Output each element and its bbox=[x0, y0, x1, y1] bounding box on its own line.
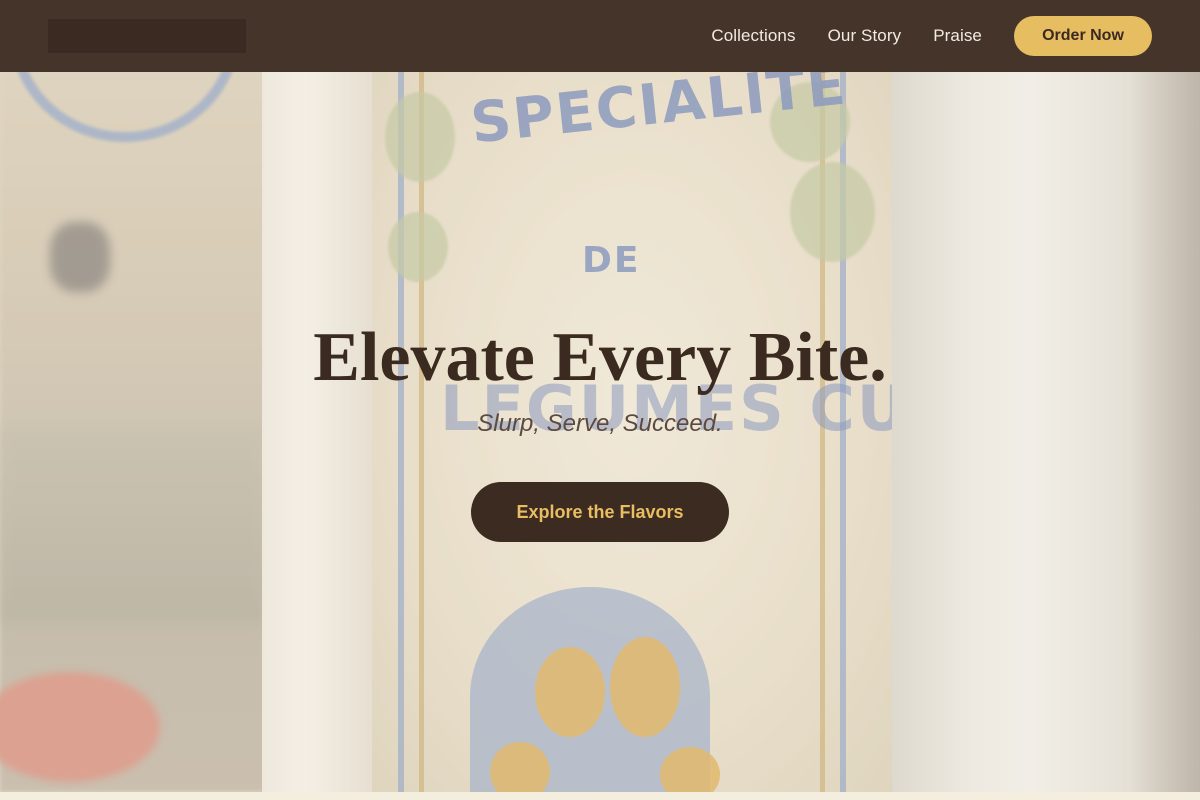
nav-link-praise[interactable]: Praise bbox=[933, 26, 982, 46]
nav-link-our-story[interactable]: Our Story bbox=[828, 26, 902, 46]
hero-subtitle: Slurp, Serve, Succeed. bbox=[477, 410, 723, 437]
hero-section: SPECIALITE DE LEGUMES CUITS Elevate Ever… bbox=[0, 72, 1200, 792]
order-now-button[interactable]: Order Now bbox=[1014, 16, 1152, 56]
main-nav: Collections Our Story Praise bbox=[711, 0, 982, 72]
hero-title: Elevate Every Bite. bbox=[313, 319, 887, 396]
brand-logo[interactable] bbox=[48, 19, 246, 53]
next-section-edge bbox=[0, 792, 1200, 800]
top-navbar: Collections Our Story Praise Order Now bbox=[0, 0, 1200, 72]
nav-link-collections[interactable]: Collections bbox=[711, 26, 795, 46]
explore-flavors-button[interactable]: Explore the Flavors bbox=[471, 482, 729, 542]
